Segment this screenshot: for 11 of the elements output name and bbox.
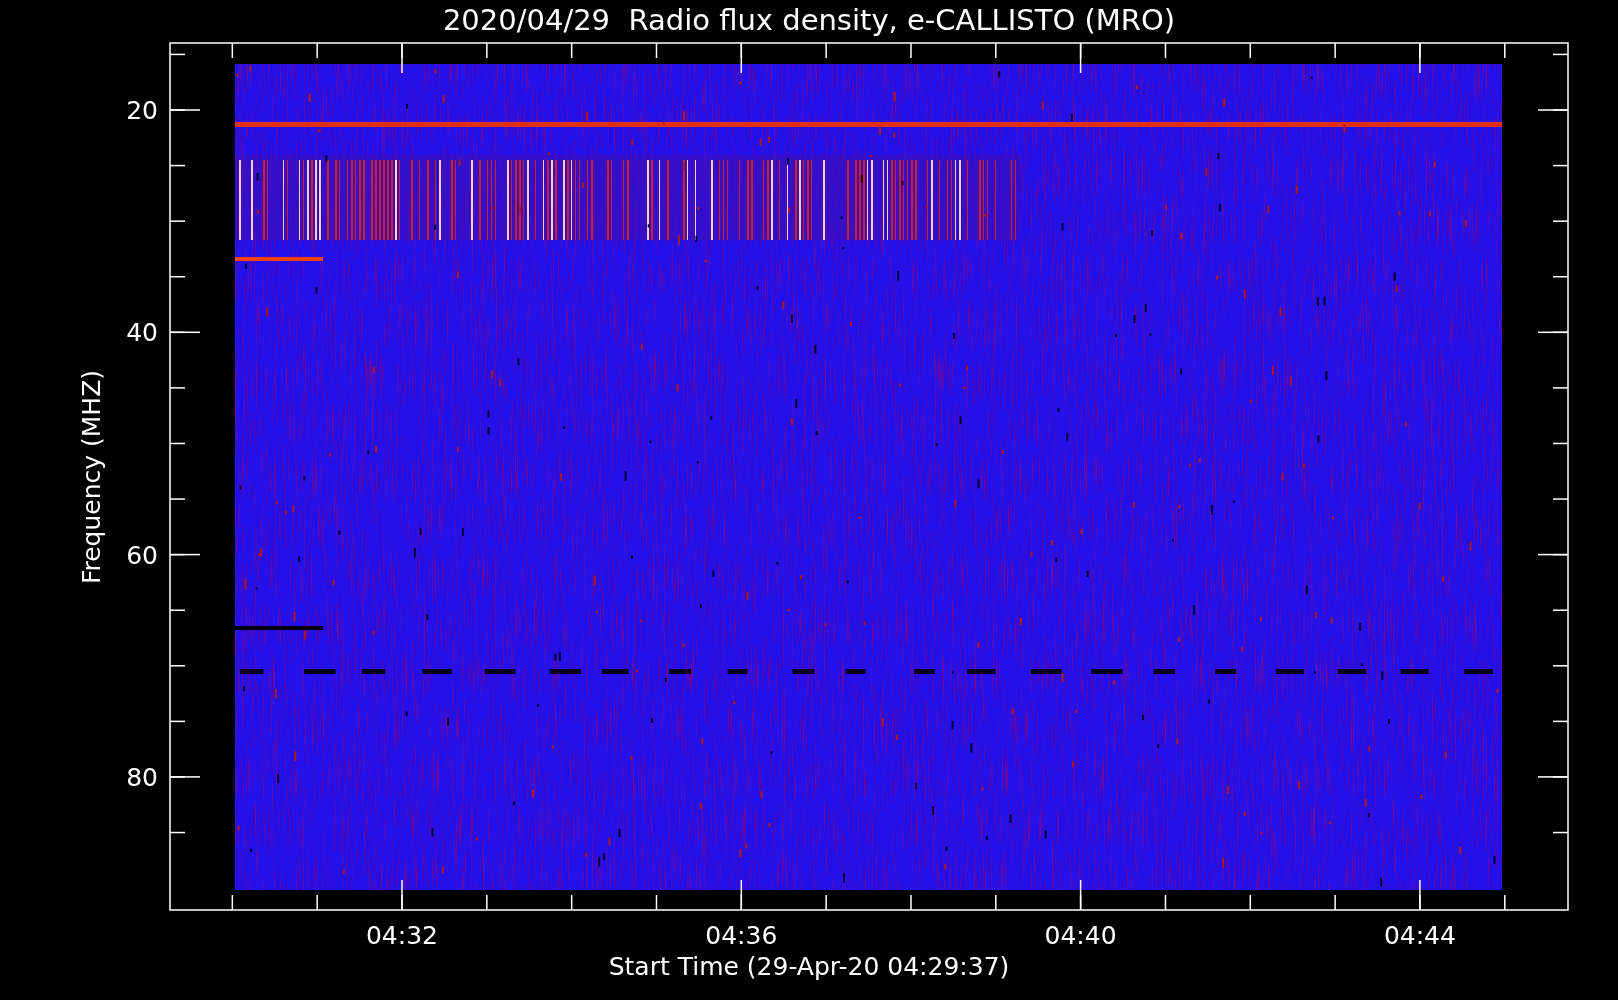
tick-label: 04:40 <box>1044 921 1117 950</box>
tick-label: 04:44 <box>1383 921 1456 950</box>
tick-label: 20 <box>126 96 158 125</box>
axis-label: Start Time (29-Apr-20 04:29:37) <box>608 952 1010 981</box>
tick-label: 04:36 <box>705 921 778 950</box>
tick-label: 60 <box>126 540 158 570</box>
tick-label: 40 <box>126 318 158 348</box>
tick-label: 04:32 <box>366 921 438 950</box>
chart-title: 2020/04/29 Radio flux density, e-CALLISTO (MRO) <box>442 3 1176 37</box>
axis-label: Frequency (MHZ) <box>77 369 106 585</box>
tick-label: 80 <box>126 762 158 792</box>
